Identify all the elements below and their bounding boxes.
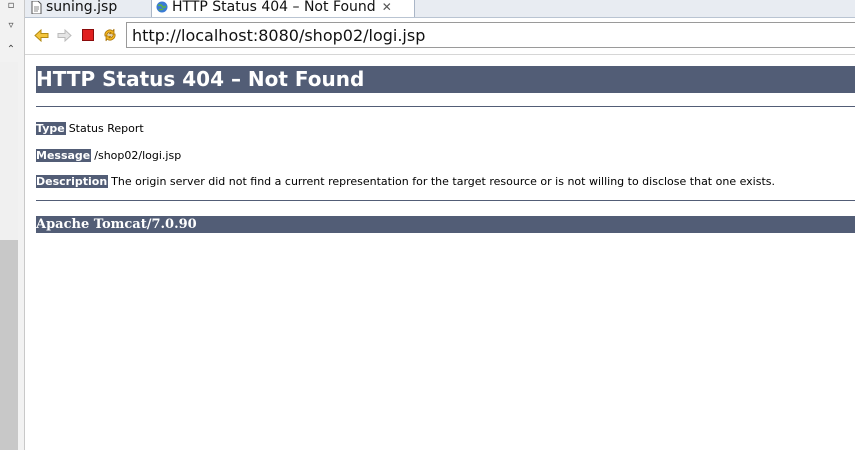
browser-toolbar: http://localhost:8080/shop02/logi.jsp bbox=[25, 18, 855, 55]
type-label: Type bbox=[36, 122, 66, 135]
scrollbar-thumb[interactable] bbox=[0, 240, 18, 450]
description-row: Description The origin server did not fin… bbox=[36, 174, 775, 189]
tab-label: suning.jsp bbox=[46, 0, 118, 15]
file-icon bbox=[31, 0, 42, 17]
tab-label: HTTP Status 404 – Not Found bbox=[172, 0, 376, 15]
forward-arrow-icon[interactable] bbox=[56, 27, 72, 43]
stop-icon[interactable] bbox=[80, 27, 96, 43]
tab-suning-jsp[interactable]: suning.jsp bbox=[25, 0, 153, 17]
description-value: The origin server did not find a current… bbox=[111, 175, 775, 188]
refresh-icon[interactable] bbox=[102, 27, 118, 43]
scrollbar-track[interactable] bbox=[0, 62, 18, 450]
type-value: Status Report bbox=[68, 122, 144, 135]
minimize-icon[interactable]: ▫ bbox=[0, 0, 22, 12]
type-row: Type Status Report bbox=[36, 121, 144, 136]
chevron-down-icon[interactable]: ▿ bbox=[0, 20, 22, 32]
url-input[interactable]: http://localhost:8080/shop02/logi.jsp bbox=[126, 22, 855, 48]
page-title: HTTP Status 404 – Not Found bbox=[36, 66, 855, 93]
close-icon[interactable]: ✕ bbox=[382, 0, 392, 14]
chevron-up-icon[interactable]: ⌃ bbox=[0, 44, 22, 56]
globe-icon bbox=[156, 1, 168, 16]
message-row: Message/shop02/logi.jsp bbox=[36, 148, 181, 163]
tab-http-status-404[interactable]: HTTP Status 404 – Not Found ✕ bbox=[151, 0, 415, 17]
divider bbox=[36, 106, 855, 107]
description-label: Description bbox=[36, 175, 109, 188]
server-footer: Apache Tomcat/7.0.90 bbox=[36, 216, 855, 233]
error-page: HTTP Status 404 – Not Found Type Status R… bbox=[36, 56, 855, 450]
left-panel-gutter: ▫ ▿ ⌃ bbox=[0, 0, 25, 450]
message-value: /shop02/logi.jsp bbox=[94, 149, 182, 162]
editor-tab-bar: suning.jsp HTTP Status 404 – Not Found ✕ bbox=[25, 0, 855, 18]
divider bbox=[36, 200, 855, 201]
message-label: Message bbox=[36, 149, 92, 162]
back-arrow-icon[interactable] bbox=[33, 27, 49, 43]
